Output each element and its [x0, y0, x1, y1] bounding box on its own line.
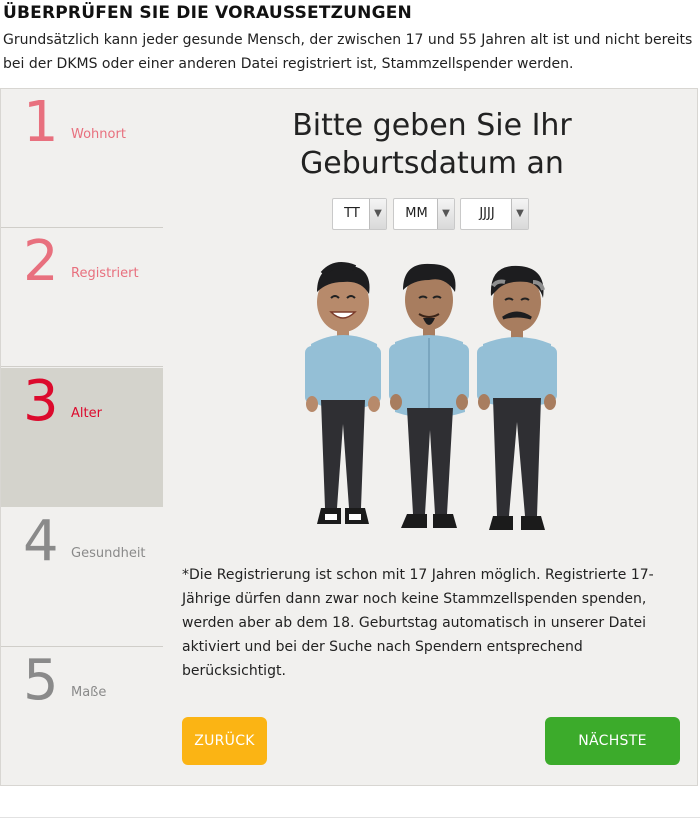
young-man-figure [305, 262, 381, 524]
step-registriert[interactable]: 2 Registriert [1, 228, 163, 367]
intro-text: Grundsätzlich kann jeder gesunde Mensch,… [3, 32, 693, 72]
step-number: 3 [23, 369, 59, 434]
next-button[interactable]: NÄCHSTE [545, 717, 680, 765]
year-select-value: JJJJ [479, 206, 495, 221]
question-title: Bitte geben Sie Ihr Geburtsdatum an [292, 108, 572, 181]
step-label: Gesundheit [71, 546, 146, 561]
older-man-figure [477, 265, 557, 530]
step-number: 1 [23, 90, 59, 155]
step-gesundheit: 4 Gesundheit [1, 508, 163, 647]
goatee-man-figure [389, 263, 469, 528]
month-select[interactable]: MM ▼ [393, 198, 455, 230]
step-masse: 5 Maße [1, 647, 163, 786]
day-select-value: TT [344, 206, 360, 221]
month-select-value: MM [405, 206, 428, 221]
chevron-down-icon: ▼ [437, 199, 454, 229]
back-button[interactable]: ZURÜCK [182, 717, 267, 765]
step-number: 4 [23, 509, 59, 574]
step-label: Wohnort [71, 127, 126, 142]
year-select[interactable]: JJJJ ▼ [460, 198, 529, 230]
step-label: Maße [71, 685, 107, 700]
step-list: 1 Wohnort 2 Registriert 3 Alter 4 Gesund… [1, 89, 163, 787]
page-heading: ÜBERPRÜFEN SIE DIE VORAUSSETZUNGEN [3, 3, 412, 23]
chevron-down-icon: ▼ [369, 199, 386, 229]
step-wohnort[interactable]: 1 Wohnort [1, 89, 163, 228]
step-label: Alter [71, 406, 102, 421]
step-alter[interactable]: 3 Alter [1, 368, 163, 507]
step-label: Registriert [71, 266, 139, 281]
chevron-down-icon: ▼ [511, 199, 528, 229]
day-select[interactable]: TT ▼ [332, 198, 387, 230]
three-men-icon [295, 262, 565, 541]
step-number: 2 [23, 229, 59, 294]
step-number: 5 [23, 648, 59, 713]
age-note: *Die Registrierung ist schon mit 17 Jahr… [182, 567, 654, 679]
divider [0, 817, 700, 818]
